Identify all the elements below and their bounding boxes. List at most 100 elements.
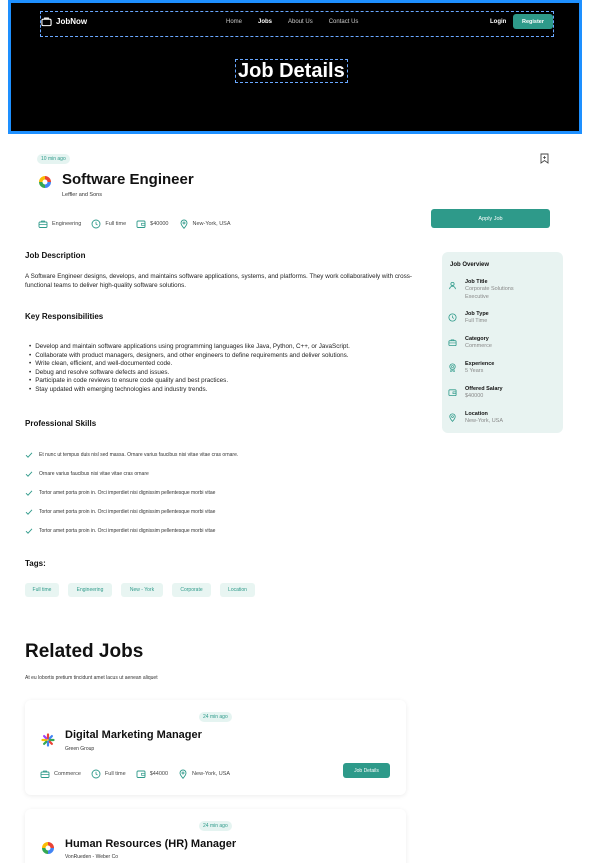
bookmark-icon[interactable]	[540, 153, 549, 164]
job-overview-panel: Job Overview Job Title Corporate Solution…	[442, 252, 563, 433]
skill-item: Tortor amet porta proin in. Orci imperdi…	[25, 508, 215, 516]
company-logo-icon	[42, 842, 54, 854]
related-job-card[interactable]: 24 min ago Digital Marketing Manager Gre…	[25, 700, 406, 795]
check-icon	[25, 509, 33, 515]
meta-category: Engineering	[38, 219, 81, 229]
skill-item: Ornare varius faucibus nisi vitae vitae …	[25, 470, 149, 478]
list-item: Debug and resolve software defects and i…	[29, 369, 350, 378]
card-job-title[interactable]: Digital Marketing Manager	[65, 729, 202, 741]
list-item: Collaborate with product managers, desig…	[29, 352, 350, 361]
overview-title: Job Overview	[450, 262, 490, 268]
briefcase-icon	[38, 220, 48, 228]
description-text: A Software Engineer designs, develops, a…	[25, 273, 412, 289]
list-item: Develop and maintain software applicatio…	[29, 343, 350, 352]
card-job-title[interactable]: Human Resources (HR) Manager	[65, 838, 236, 850]
card-meta: Commerce Full time $44000 New-York, USA	[40, 769, 240, 779]
skill-text: Ornare varius faucibus nisi vitae vitae …	[39, 471, 149, 477]
meta-location: New-York, USA	[178, 769, 230, 779]
meta-location-text: New-York, USA	[192, 771, 231, 777]
meta-type: Full time	[91, 769, 126, 779]
wallet-icon	[136, 220, 146, 228]
check-icon	[25, 528, 33, 534]
company-logo-icon	[39, 176, 51, 188]
wallet-icon	[136, 770, 146, 778]
posted-badge: 10 min ago	[37, 154, 70, 164]
check-icon	[25, 452, 33, 458]
overview-value: Commerce	[465, 343, 492, 349]
tag-location[interactable]: Location	[220, 583, 255, 597]
user-icon	[449, 281, 456, 290]
login-link[interactable]: Login	[490, 19, 506, 25]
meta-salary-text: $40000	[150, 221, 169, 227]
job-details-button[interactable]: Job Details	[343, 763, 390, 778]
job-title: Software Engineer	[62, 171, 194, 188]
meta-type-text: Full time	[105, 221, 127, 227]
related-jobs-subtitle: At eu lobortis pretium tincidunt amet la…	[25, 675, 158, 681]
overview-value: New-York, USA	[465, 418, 504, 424]
skill-item: Et nunc ut tempus duis nisl sed massa. O…	[25, 451, 238, 459]
register-button[interactable]: Register	[513, 14, 553, 29]
nav-home[interactable]: Home	[226, 19, 242, 25]
location-icon	[179, 769, 187, 779]
responsibilities-list: Develop and maintain software applicatio…	[29, 343, 350, 395]
briefcase-icon	[40, 770, 50, 778]
meta-location-text: New-York, USA	[192, 221, 231, 227]
company-name: Leffler and Sons	[62, 192, 102, 198]
briefcase-logo-icon	[41, 17, 52, 27]
clock-icon	[91, 219, 101, 229]
overview-item-location: Location New-York, USA	[448, 411, 503, 425]
overview-value: 5 Years	[465, 368, 484, 374]
nav-jobs[interactable]: Jobs	[258, 19, 272, 25]
tags-heading: Tags:	[25, 559, 46, 568]
tag-full-time[interactable]: Full time	[25, 583, 59, 597]
posted-badge: 24 min ago	[199, 821, 232, 831]
meta-type: Full time	[91, 219, 126, 229]
list-item: Write clean, efficient, and well-documen…	[29, 360, 350, 369]
award-icon	[449, 363, 456, 372]
check-icon	[25, 490, 33, 496]
meta-type-text: Full time	[104, 771, 126, 777]
overview-item-title: Job Title Corporate Solutions Executive	[448, 279, 535, 301]
page-title: Job Details	[235, 59, 348, 83]
hero-header: JobNow Home Jobs About Us Contact Us Log…	[8, 0, 582, 134]
tag-new-york[interactable]: New - York	[121, 583, 163, 597]
clock-icon	[91, 769, 101, 779]
nav-about[interactable]: About Us	[288, 19, 313, 25]
brand[interactable]: JobNow	[41, 16, 87, 27]
job-meta: Engineering Full time $40000 New-York, U…	[38, 219, 241, 229]
overview-item-experience: Experience 5 Years	[448, 361, 494, 375]
skill-text: Et nunc ut tempus duis nisl sed massa. O…	[39, 452, 239, 458]
meta-salary: $44000	[136, 769, 168, 779]
skill-text: Tortor amet porta proin in. Orci imperdi…	[39, 490, 216, 496]
list-item: Participate in code reviews to ensure co…	[29, 377, 350, 386]
related-jobs-heading: Related Jobs	[25, 641, 144, 662]
nav-menu: Home Jobs About Us Contact Us	[226, 19, 358, 25]
location-icon	[449, 413, 456, 422]
list-item: Stay updated with emerging technologies …	[29, 386, 350, 395]
tag-engineering[interactable]: Engineering	[68, 583, 112, 597]
tag-corporate[interactable]: Corporate	[172, 583, 211, 597]
meta-category-text: Commerce	[54, 771, 81, 777]
skill-text: Tortor amet porta proin in. Orci imperdi…	[39, 528, 216, 534]
skill-text: Tortor amet porta proin in. Orci imperdi…	[39, 509, 216, 515]
meta-category-text: Engineering	[52, 221, 82, 227]
overview-item-type: Job Type Full Time	[448, 311, 489, 325]
overview-value: $40000	[465, 393, 484, 399]
related-job-card[interactable]: 24 min ago Human Resources (HR) Manager …	[25, 809, 406, 863]
description-heading: Job Description	[25, 251, 86, 260]
navbar: JobNow Home Jobs About Us Contact Us Log…	[40, 11, 554, 37]
posted-badge: 24 min ago	[199, 712, 232, 722]
apply-job-button[interactable]: Apply Job	[431, 209, 550, 228]
clock-icon	[448, 313, 457, 322]
skills-heading: Professional Skills	[25, 419, 97, 428]
overview-value: Full Time	[465, 318, 488, 324]
nav-contact[interactable]: Contact Us	[329, 19, 359, 25]
card-company: VonRueden - Weber Co	[65, 854, 118, 860]
overview-item-category: Category Commerce	[448, 336, 492, 350]
location-icon	[180, 219, 187, 229]
company-logo-icon	[41, 733, 55, 747]
overview-value: Corporate Solutions Executive	[465, 286, 514, 300]
meta-category: Commerce	[40, 769, 81, 779]
meta-salary-text: $44000	[149, 771, 169, 777]
wallet-icon	[448, 389, 457, 397]
